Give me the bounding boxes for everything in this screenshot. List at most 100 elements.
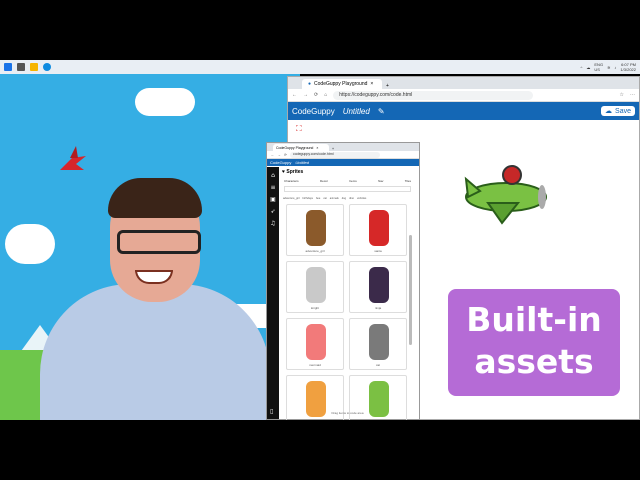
tab-strip: ● CodeGuppy Playground × + bbox=[288, 77, 639, 89]
sprite-card[interactable]: ninja bbox=[349, 261, 407, 313]
music-icon[interactable]: ♫ bbox=[267, 220, 279, 227]
sprite-image bbox=[369, 210, 389, 246]
extensions-icon[interactable]: ☆ bbox=[620, 92, 624, 98]
sprite-grid: adventure_girl santa knight ninja mermai… bbox=[280, 204, 415, 420]
desktop-stage: ● CodeGuppy Playground × + ← → ⟳ ⌂ https… bbox=[0, 74, 640, 420]
sprite-label: knight bbox=[310, 306, 319, 310]
tab-items[interactable]: Items bbox=[349, 179, 356, 183]
home-icon[interactable]: ⌂ bbox=[324, 92, 327, 98]
new-tab-button[interactable]: + bbox=[382, 83, 393, 89]
address-bar-row: ← → ⟳ ⌂ https://codeguppy.com/code.html … bbox=[288, 89, 639, 102]
chevron-up-icon[interactable]: ^ bbox=[581, 65, 583, 70]
tray-region: US bbox=[594, 67, 600, 72]
sprite-label: santa bbox=[374, 249, 382, 253]
back-icon[interactable]: ← bbox=[292, 92, 297, 98]
clock-date: 1/3/2022 bbox=[620, 67, 636, 72]
filter-tag[interactable]: bee bbox=[316, 197, 320, 200]
sprite-image bbox=[369, 324, 389, 360]
cloud-icon[interactable]: ☁ bbox=[586, 65, 590, 70]
sprite-image bbox=[306, 210, 326, 246]
back-icon[interactable]: ← bbox=[271, 153, 275, 157]
banner-line-2: assets bbox=[474, 342, 594, 381]
letterbox-bottom bbox=[0, 420, 640, 480]
tab-decor[interactable]: Decor bbox=[320, 179, 328, 183]
trash-icon[interactable]: ▯ bbox=[270, 408, 273, 415]
home-icon[interactable]: ⌂ bbox=[267, 172, 279, 179]
browser-tab[interactable]: ● CodeGuppy Playground × bbox=[302, 79, 382, 89]
sprite-label: cat bbox=[375, 363, 380, 367]
presenter-shirt bbox=[40, 284, 270, 420]
cloud-shape bbox=[5, 224, 55, 264]
fullscreen-icon[interactable]: ⛶ bbox=[288, 120, 639, 144]
cloud-icon: ☁ bbox=[605, 108, 613, 115]
browser-tab[interactable]: CodeGuppy Playground × bbox=[273, 144, 329, 151]
pencil-icon[interactable]: ✎ bbox=[378, 107, 385, 116]
sprite-card[interactable]: knight bbox=[286, 261, 344, 313]
project-name[interactable]: Untitled bbox=[295, 160, 309, 165]
filter-tag[interactable]: dog bbox=[342, 197, 346, 200]
green-plane-sprite bbox=[464, 165, 547, 225]
address-bar-row: ← → ⟳ codeguppy.com/code.html bbox=[267, 151, 419, 159]
sprite-label: ninja bbox=[374, 306, 382, 310]
sprite-image bbox=[369, 267, 389, 303]
forward-icon[interactable]: → bbox=[278, 153, 282, 157]
sprite-label: adventure_girl bbox=[305, 249, 325, 253]
tab-tiles[interactable]: Tiles bbox=[405, 179, 411, 183]
wifi-icon[interactable]: ≋ bbox=[607, 65, 610, 70]
close-icon[interactable]: × bbox=[370, 81, 373, 87]
filter-tag[interactable]: dino bbox=[349, 197, 354, 200]
app-logo-text[interactable]: CodeGuppy bbox=[270, 160, 291, 165]
windows-start-icon[interactable] bbox=[4, 63, 12, 71]
file-explorer-icon[interactable] bbox=[30, 63, 38, 71]
close-icon[interactable]: × bbox=[316, 146, 318, 150]
sprite-card[interactable]: cat bbox=[349, 318, 407, 370]
letterbox-top bbox=[0, 0, 640, 60]
save-button[interactable]: ☁ Save bbox=[601, 106, 635, 116]
presenter-glasses bbox=[117, 230, 201, 254]
search-icon[interactable] bbox=[17, 63, 25, 71]
app-logo-text[interactable]: CodeGuppy bbox=[292, 107, 335, 116]
sprites-browser-window: CodeGuppy Playground × + ← → ⟳ codeguppy… bbox=[266, 142, 420, 420]
search-input[interactable] bbox=[284, 186, 411, 192]
sprite-image bbox=[306, 267, 326, 303]
clock[interactable]: 6:07 PM 1/3/2022 bbox=[620, 62, 636, 72]
list-icon[interactable]: ≡ bbox=[267, 184, 279, 191]
rocket-icon[interactable]: ➶ bbox=[267, 208, 279, 215]
filter-tag[interactable]: cat bbox=[323, 197, 326, 200]
sprite-card[interactable]: santa bbox=[349, 204, 407, 256]
sprite-card[interactable]: mermaid bbox=[286, 318, 344, 370]
forward-icon[interactable]: → bbox=[303, 92, 308, 98]
filter-tags: adventure_girl birthdays bee cat animals… bbox=[280, 193, 415, 204]
browser-tab-title: CodeGuppy Playground bbox=[276, 145, 314, 150]
system-tray: ^ ☁ ENG US ≋ ♪ 6:07 PM 1/3/2022 bbox=[581, 62, 637, 72]
speaker-icon[interactable]: ♪ bbox=[614, 65, 616, 70]
project-name[interactable]: Untitled bbox=[343, 107, 370, 116]
sprite-image bbox=[306, 324, 326, 360]
address-input[interactable]: codeguppy.com/code.html bbox=[289, 151, 380, 158]
cloud-shape bbox=[135, 88, 195, 116]
save-label: Save bbox=[615, 107, 631, 115]
address-input[interactable]: https://codeguppy.com/code.html bbox=[333, 90, 534, 100]
panel-title: ♥ Sprites bbox=[282, 169, 304, 175]
edge-browser-icon[interactable] bbox=[43, 63, 51, 71]
scrollbar[interactable] bbox=[409, 235, 412, 345]
filter-tag[interactable]: vehicles bbox=[357, 197, 366, 200]
browser-tab-title: CodeGuppy Playground bbox=[314, 81, 368, 87]
refresh-icon[interactable]: ⟳ bbox=[284, 153, 287, 157]
filter-tag[interactable]: animals bbox=[330, 197, 339, 200]
windows-taskbar: ^ ☁ ENG US ≋ ♪ 6:07 PM 1/3/2022 bbox=[0, 60, 640, 74]
tab-characters[interactable]: Characters bbox=[284, 179, 299, 183]
image-icon[interactable]: ▣ bbox=[267, 196, 279, 203]
language-indicator[interactable]: ENG US bbox=[594, 62, 603, 72]
new-tab-button[interactable]: + bbox=[329, 147, 337, 151]
panel-title-text: Sprites bbox=[286, 169, 304, 175]
refresh-icon[interactable]: ⟳ bbox=[314, 92, 318, 98]
filter-tag[interactable]: birthdays bbox=[302, 197, 313, 200]
sprites-panel: ♥ Sprites Characters Decor Items Nav Til… bbox=[280, 167, 415, 420]
filter-tag[interactable]: adventure_girl bbox=[283, 197, 299, 200]
tab-nav[interactable]: Nav bbox=[378, 179, 383, 183]
menu-icon[interactable]: ⋯ bbox=[630, 92, 635, 98]
sprite-label: mermaid bbox=[309, 363, 321, 367]
sprite-card[interactable]: adventure_girl bbox=[286, 204, 344, 256]
left-sidebar: ⌂ ≡ ▣ ➶ ♫ ▯ bbox=[267, 167, 279, 419]
